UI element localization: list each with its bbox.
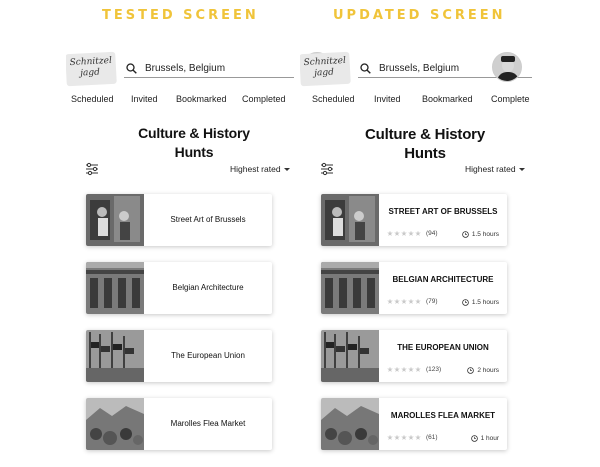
duration: 1.5 hours: [462, 299, 499, 306]
hunt-card[interactable]: Belgian Architecture: [86, 262, 272, 314]
hunt-image: [86, 262, 144, 314]
hunt-title: The European Union: [171, 351, 245, 360]
tested-screen-label: TESTED SCREEN: [102, 8, 259, 23]
hunt-image: [86, 194, 144, 246]
rating-count: (94): [426, 230, 438, 237]
search-icon: [360, 63, 371, 74]
duration: 1 hour: [470, 435, 499, 442]
hunt-title: Street Art of Brussels: [170, 215, 246, 224]
hunt-image: [86, 398, 144, 450]
hunt-title: MAROLLES FLEA MARKET: [390, 411, 496, 420]
hunt-card[interactable]: STREET ART OF BRUSSELS (94) 1.5 hours: [321, 194, 507, 246]
logo-line2: jagd: [79, 67, 101, 79]
page-title-line2: Hunts: [174, 144, 214, 160]
page-title: Culture & History Hunts: [66, 124, 336, 162]
clock-icon: [462, 299, 469, 306]
clock-icon: [467, 367, 475, 374]
duration-text: 1.5 hours: [471, 299, 499, 306]
clock-icon: [462, 231, 469, 238]
tab-scheduled[interactable]: Scheduled: [71, 94, 114, 104]
updated-screen: Schnitzel jagd Brussels, Belgium Schedul…: [300, 44, 570, 467]
search-value: Brussels, Belgium: [145, 63, 226, 74]
rating-count: (61): [426, 434, 438, 441]
hunt-card[interactable]: Marolles Flea Market: [86, 398, 272, 450]
hunt-title: Belgian Architecture: [172, 283, 244, 292]
tab-bookmarked[interactable]: Bookmarked: [422, 94, 473, 104]
updated-screen-label: UPDATED SCREEN: [333, 8, 506, 23]
rating-count: (123): [426, 366, 442, 373]
hunt-card[interactable]: THE EUROPEAN UNION (123) 2 hours: [321, 330, 507, 382]
hunt-image: [86, 330, 144, 382]
tab-bar: Scheduled Invited Bookmarked Completed: [66, 94, 336, 108]
hunt-image: [321, 194, 379, 246]
top-bar: Schnitzel jagd Brussels, Belgium: [300, 50, 570, 90]
search-input[interactable]: Brussels, Belgium: [124, 60, 294, 78]
filter-icon[interactable]: [85, 162, 99, 176]
tab-bar: Scheduled Invited Bookmarked Complete: [300, 94, 570, 108]
hunt-title: Marolles Flea Market: [170, 419, 246, 428]
rating-stars: (94): [387, 230, 438, 237]
sort-dropdown[interactable]: Highest rated: [465, 164, 525, 174]
hunt-image: [321, 330, 379, 382]
hunt-image: [321, 262, 379, 314]
hunt-title: THE EUROPEAN UNION: [397, 343, 489, 352]
tab-scheduled[interactable]: Scheduled: [312, 94, 355, 104]
tab-completed[interactable]: Completed: [242, 94, 286, 104]
duration-text: 2 hours: [477, 367, 499, 374]
app-logo[interactable]: Schnitzel jagd: [300, 51, 351, 87]
avatar[interactable]: [492, 52, 522, 82]
app-logo[interactable]: Schnitzel jagd: [66, 51, 117, 87]
filter-icon[interactable]: [320, 162, 334, 176]
search-icon: [126, 63, 137, 74]
hunt-card[interactable]: The European Union: [86, 330, 272, 382]
hunt-card[interactable]: MAROLLES FLEA MARKET (61) 1 hour: [321, 398, 507, 450]
search-value: Brussels, Belgium: [379, 63, 460, 74]
page-title-line2: Hunts: [404, 145, 446, 162]
hunt-card[interactable]: BELGIAN ARCHITECTURE (79) 1.5 hours: [321, 262, 507, 314]
hunt-card[interactable]: Street Art of Brussels: [86, 194, 272, 246]
tab-invited[interactable]: Invited: [131, 94, 158, 104]
rating-stars: (79): [387, 298, 438, 305]
page-title: Culture & History Hunts: [300, 125, 552, 163]
duration-text: 1 hour: [480, 435, 499, 442]
sort-dropdown[interactable]: Highest rated: [230, 164, 290, 174]
page-title-line1: Culture & History: [138, 125, 250, 141]
hunt-image: [321, 398, 379, 450]
clock-icon: [470, 435, 478, 442]
page-title-line1: Culture & History: [365, 126, 485, 143]
rating-count: (79): [426, 298, 438, 305]
top-bar: Schnitzel jagd Brussels, Belgium: [66, 50, 336, 90]
tab-invited[interactable]: Invited: [374, 94, 401, 104]
duration: 1.5 hours: [462, 231, 499, 238]
duration: 2 hours: [467, 367, 499, 374]
hunt-title: STREET ART OF BRUSSELS: [388, 207, 498, 216]
duration-text: 1.5 hours: [471, 231, 499, 238]
rating-stars: (61): [387, 434, 438, 441]
tested-screen: Schnitzel jagd Brussels, Belgium Schedul…: [66, 44, 336, 467]
hunt-title: BELGIAN ARCHITECTURE: [392, 275, 494, 284]
rating-stars: (123): [387, 366, 441, 373]
tab-completed[interactable]: Complete: [491, 94, 530, 104]
tab-bookmarked[interactable]: Bookmarked: [176, 94, 227, 104]
logo-line2: jagd: [313, 67, 335, 79]
